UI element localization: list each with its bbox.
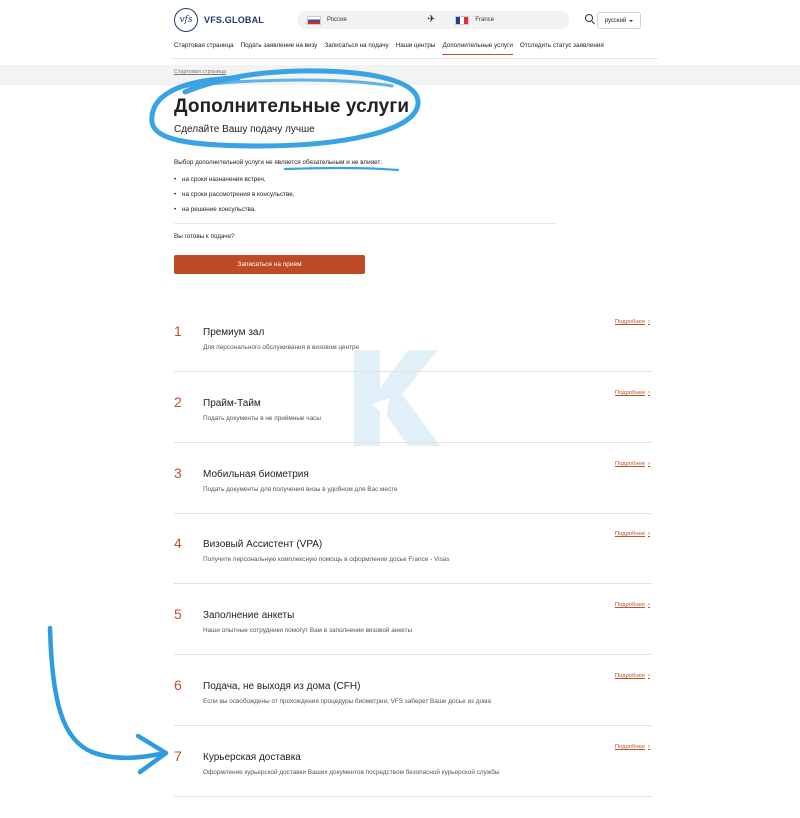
section-divider bbox=[174, 223, 556, 224]
service-divider bbox=[174, 513, 652, 514]
service-description: Оформление курьерской доставки Ваших док… bbox=[203, 769, 500, 776]
nav-item-book[interactable]: Записаться на подачу bbox=[324, 42, 388, 55]
service-item: 3 Мобильная биометрия Подать документы д… bbox=[174, 461, 652, 535]
more-link-label: Подробнее bbox=[614, 744, 645, 750]
service-number: 6 bbox=[174, 677, 182, 693]
intro-text: Выбор дополнительной услуги не является … bbox=[174, 159, 382, 166]
service-description: Подать документы в не приёмные часы bbox=[203, 415, 321, 422]
service-item: 7 Курьерская доставка Оформление курьерс… bbox=[174, 744, 652, 818]
service-number: 7 bbox=[174, 748, 182, 764]
list-item: на сроки рассмотрения в консульстве, bbox=[174, 191, 295, 198]
more-link[interactable]: Подробнее › bbox=[615, 531, 650, 537]
ready-question: Вы готовы к подаче? bbox=[174, 233, 235, 240]
nav-item-track-status[interactable]: Отследить статус заявления bbox=[520, 42, 604, 55]
search-icon[interactable] bbox=[585, 14, 593, 22]
service-description: Получите персональную комплексную помощь… bbox=[203, 556, 450, 563]
service-title: Премиум зал bbox=[203, 327, 265, 338]
from-country[interactable]: Россия bbox=[327, 17, 427, 23]
service-description: Для персонального обслуживания в визовом… bbox=[203, 344, 360, 351]
russia-flag-icon bbox=[307, 15, 321, 25]
arrow-right-icon: › bbox=[648, 744, 650, 750]
service-divider bbox=[174, 371, 652, 372]
service-divider bbox=[174, 796, 652, 797]
service-item: 4 Визовый Ассистент (VPA) Получите персо… bbox=[174, 531, 652, 605]
vfs-logo[interactable]: vfs VFS.GLOBAL bbox=[174, 8, 264, 32]
service-title: Мобильная биометрия bbox=[203, 469, 309, 480]
logo-text: VFS.GLOBAL bbox=[204, 15, 264, 25]
page-subtitle: Сделайте Вашу подачу лучше bbox=[174, 124, 315, 135]
service-title: Прайм-Тайм bbox=[203, 398, 261, 409]
service-number: 1 bbox=[174, 323, 182, 339]
logo-mark: vfs bbox=[174, 8, 198, 32]
nav-divider bbox=[170, 58, 658, 59]
service-title: Подача, не выходя из дома (CFH) bbox=[203, 681, 361, 692]
route-selector[interactable]: Россия ✈ France bbox=[297, 11, 569, 29]
page: vfs VFS.GLOBAL Россия ✈ France русский С… bbox=[0, 0, 800, 800]
to-country[interactable]: France bbox=[475, 17, 494, 23]
more-link-label: Подробнее bbox=[614, 319, 645, 325]
service-number: 2 bbox=[174, 394, 182, 410]
nav-item-apply[interactable]: Подать заявление на визу bbox=[241, 42, 318, 55]
arrow-right-icon: › bbox=[648, 602, 650, 608]
arrow-right-icon: › bbox=[648, 673, 650, 679]
service-number: 3 bbox=[174, 465, 182, 481]
conditions-list: на сроки назначения встреч, на сроки рас… bbox=[174, 176, 295, 221]
service-title: Визовый Ассистент (VPA) bbox=[203, 539, 323, 550]
service-description: Подать документы для получения визы в уд… bbox=[203, 486, 398, 493]
more-link[interactable]: Подробнее › bbox=[615, 461, 650, 467]
more-link-label: Подробнее bbox=[614, 390, 645, 396]
france-flag-icon bbox=[455, 15, 470, 25]
more-link[interactable]: Подробнее › bbox=[615, 390, 650, 396]
plane-icon: ✈ bbox=[427, 14, 436, 25]
list-item: на сроки назначения встреч, bbox=[174, 176, 295, 183]
service-description: Если вы освобождены от прохождения проце… bbox=[203, 698, 491, 705]
service-item: 1 Премиум зал Для персонального обслужив… bbox=[174, 319, 652, 393]
page-title: Дополнительные услуги bbox=[174, 96, 410, 117]
more-link-label: Подробнее bbox=[614, 602, 645, 608]
more-link[interactable]: Подробнее › bbox=[615, 602, 650, 608]
arrow-right-icon: › bbox=[648, 390, 650, 396]
service-title: Заполнение анкеты bbox=[203, 610, 295, 621]
book-appointment-button[interactable]: Записаться на прием bbox=[174, 255, 365, 274]
service-item: 6 Подача, не выходя из дома (CFH) Если в… bbox=[174, 673, 652, 747]
service-divider bbox=[174, 654, 652, 655]
nav-item-centers[interactable]: Наши центры bbox=[396, 42, 436, 55]
nav-item-additional-services[interactable]: Дополнительные услуги bbox=[442, 42, 513, 55]
service-divider bbox=[174, 583, 652, 584]
service-item: 5 Заполнение анкеты Наши опытные сотрудн… bbox=[174, 602, 652, 676]
language-label: русский bbox=[604, 17, 627, 24]
service-item: 2 Прайм-Тайм Подать документы в не приём… bbox=[174, 390, 652, 464]
main-nav: Стартовая страница Подать заявление на в… bbox=[174, 42, 604, 55]
service-title: Курьерская доставка bbox=[203, 752, 301, 763]
arrow-right-icon: › bbox=[648, 461, 650, 467]
breadcrumb-bar bbox=[0, 65, 800, 85]
more-link[interactable]: Подробнее › bbox=[615, 673, 650, 679]
service-number: 5 bbox=[174, 606, 182, 622]
service-divider bbox=[174, 442, 652, 443]
more-link-label: Подробнее bbox=[614, 531, 645, 537]
chevron-down-icon bbox=[629, 19, 634, 22]
more-link[interactable]: Подробнее › bbox=[615, 319, 650, 325]
more-link-label: Подробнее bbox=[614, 673, 645, 679]
arrow-right-icon: › bbox=[648, 531, 650, 537]
list-item: на решение консульства. bbox=[174, 206, 295, 213]
nav-item-home[interactable]: Стартовая страница bbox=[174, 42, 234, 55]
more-link[interactable]: Подробнее › bbox=[615, 744, 650, 750]
service-divider bbox=[174, 725, 652, 726]
service-number: 4 bbox=[174, 535, 182, 551]
language-select[interactable]: русский bbox=[597, 12, 641, 29]
more-link-label: Подробнее bbox=[614, 461, 645, 467]
service-description: Наши опытные сотрудники помогут Вам в за… bbox=[203, 627, 413, 634]
arrow-right-icon: › bbox=[648, 319, 650, 325]
breadcrumb[interactable]: Стартовая страница bbox=[174, 69, 226, 75]
